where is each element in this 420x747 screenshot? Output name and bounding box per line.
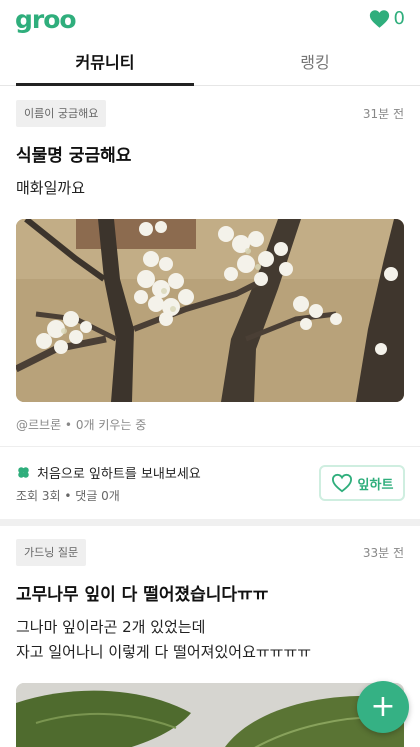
post-body: 매화일까요: [16, 179, 86, 197]
post-separator: [0, 519, 420, 526]
leaf-heart-prompt-text: 처음으로 잎하트를 보내보세요: [37, 467, 201, 482]
leaf-heart-prompt: 처음으로 잎하트를 보내보세요: [16, 463, 201, 482]
post-stats: 조회 3회 • 댓글 0개: [16, 489, 120, 503]
tab-ranking[interactable]: 랭킹: [210, 42, 420, 85]
likes-counter[interactable]: 0: [369, 8, 405, 30]
post-body-line: 그나마 잎이라곤 2개 있었는데: [16, 618, 206, 636]
post-card[interactable]: 이름이 궁금해요 31분 전 식물명 궁금해요 매화일까요 @르브론 • 0개 …: [0, 99, 420, 434]
post-photo[interactable]: [16, 219, 404, 402]
post-category-tag[interactable]: 이름이 궁금해요: [16, 99, 107, 127]
post-action-row: 처음으로 잎하트를 보내보세요 조회 3회 • 댓글 0개 잎하트: [0, 447, 420, 519]
clover-icon: [18, 467, 29, 478]
post-title: 식물명 궁금해요: [16, 146, 132, 166]
app-logo[interactable]: groo: [15, 5, 77, 35]
post-time: 31분 전: [362, 106, 404, 121]
community-feed: 이름이 궁금해요 31분 전 식물명 궁금해요 매화일까요 @르브론 • 0개 …: [0, 87, 420, 747]
post-author-line[interactable]: @르브론 • 0개 키우는 중: [16, 416, 404, 434]
likes-count: 0: [393, 8, 405, 29]
post-card[interactable]: 가드닝 질문 33분 전 고무나무 잎이 다 떨어졌습니다ㅠㅠ 그나마 잎이라곤…: [0, 538, 420, 747]
post-body-line: 자고 일어나니 이렇게 다 떨어져있어요ㅠㅠㅠㅠ: [16, 643, 312, 661]
post-category-tag[interactable]: 가드닝 질문: [16, 538, 87, 566]
post-title: 고무나무 잎이 다 떨어졌습니다ㅠㅠ: [16, 585, 269, 605]
post-body: 그나마 잎이라곤 2개 있었는데 자고 일어나니 이렇게 다 떨어져있어요ㅠㅠㅠ…: [16, 615, 404, 665]
post-photo[interactable]: [16, 683, 404, 747]
leaf-heart-button[interactable]: 잎하트: [319, 465, 405, 501]
app-header: groo 0: [0, 0, 420, 40]
tab-community[interactable]: 커뮤니티: [0, 42, 210, 86]
add-post-button[interactable]: +: [357, 681, 409, 733]
plus-icon: +: [370, 689, 396, 724]
heart-outline-icon: [331, 473, 352, 493]
tab-bar: 커뮤니티 랭킹: [0, 42, 420, 86]
heart-icon: [369, 10, 389, 28]
leaf-heart-button-label: 잎하트: [357, 477, 394, 493]
post-time: 33분 전: [362, 545, 404, 560]
